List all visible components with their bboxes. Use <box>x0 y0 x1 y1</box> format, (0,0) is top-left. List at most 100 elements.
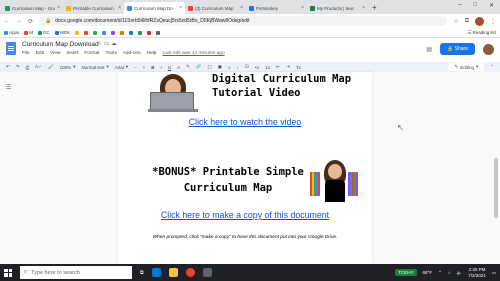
last-edit-link[interactable]: Last edit was 14 minutes ago <box>162 51 224 56</box>
clock[interactable]: 2:30 PM 7/2/2021 <box>468 267 486 279</box>
bookmark-apps[interactable]: Apps <box>4 30 19 35</box>
menu-file[interactable]: File <box>22 51 30 56</box>
vertical-scrollbar[interactable] <box>494 158 498 218</box>
task-view-icon[interactable]: ⧉ <box>140 270 144 276</box>
browser-tab[interactable]: Printable Curriculum × <box>63 2 124 14</box>
volume-icon[interactable]: 🔈 <box>457 270 463 276</box>
bookmark-item[interactable] <box>111 30 116 35</box>
menu-help[interactable]: Help <box>147 51 157 56</box>
comments-icon[interactable]: ▤ <box>426 46 432 53</box>
reading-list[interactable]: ☰ Reading list <box>467 30 496 36</box>
redo-icon[interactable]: ↷ <box>16 64 20 70</box>
taskbar-search[interactable]: ⌕ Type here to search <box>20 266 132 279</box>
italic-icon[interactable]: I <box>161 65 162 70</box>
tray-chevron-icon[interactable]: ⌃ <box>438 270 442 276</box>
forward-icon[interactable]: → <box>16 18 22 24</box>
bookmark-item[interactable] <box>84 30 89 35</box>
close-tab-icon[interactable]: × <box>301 5 304 11</box>
extensions-icon[interactable]: ⧉ <box>465 18 469 25</box>
document-page[interactable]: Digital Curriculum Map Tutorial Video Cl… <box>118 72 372 264</box>
profile-avatar[interactable] <box>475 16 484 26</box>
indent-increase-icon[interactable]: ⇥ <box>286 64 290 70</box>
clear-format-icon[interactable]: Tx <box>296 65 301 70</box>
star-icon[interactable]: ☆ <box>97 41 104 47</box>
watch-video-link[interactable]: Click here to watch the video <box>118 117 372 127</box>
numbered-list-icon[interactable]: 1≡ <box>265 65 270 70</box>
close-tab-icon[interactable]: × <box>118 5 121 11</box>
undo-icon[interactable]: ↶ <box>6 64 10 70</box>
bookmark-item[interactable] <box>75 30 80 35</box>
share-button[interactable]: 🔒 Share <box>440 43 475 55</box>
close-tab-icon[interactable]: × <box>240 5 243 11</box>
bookmark-item[interactable] <box>138 30 143 35</box>
menu-addons[interactable]: Add-ons <box>123 51 141 56</box>
reload-icon[interactable]: ⟳ <box>28 18 33 25</box>
bookmark-gmail[interactable]: M <box>24 30 33 35</box>
maximize-icon[interactable]: □ <box>473 2 477 9</box>
document-title[interactable]: Curriculum Map Download <box>22 41 99 48</box>
close-tab-icon[interactable]: × <box>179 5 182 11</box>
highlight-icon[interactable]: ✎ <box>186 64 190 70</box>
document-outline-icon[interactable]: ☰ <box>6 84 11 91</box>
checklist-icon[interactable]: ☑ <box>245 64 249 70</box>
browser-tab[interactable]: PicMonkey × <box>246 2 307 14</box>
bookmark-item[interactable] <box>147 30 152 35</box>
align-icon[interactable]: ≡ <box>228 65 231 70</box>
back-icon[interactable]: ← <box>4 18 10 24</box>
star-icon[interactable]: ☆ <box>453 18 458 25</box>
bullet-list-icon[interactable]: •≡ <box>255 65 259 70</box>
style-select[interactable]: Normal text ▾ <box>81 64 108 70</box>
weather-temp[interactable]: 69°F <box>423 270 433 275</box>
new-tab-icon[interactable]: + <box>372 2 377 14</box>
browser-tab[interactable]: (3) Curriculum Map × <box>185 2 246 14</box>
bookmark-item[interactable] <box>93 30 98 35</box>
close-window-icon[interactable]: ✕ <box>489 2 494 9</box>
font-size-decrease-icon[interactable]: − <box>134 65 137 70</box>
underline-icon[interactable]: U <box>168 65 171 70</box>
font-size-increase-icon[interactable]: + <box>143 65 146 70</box>
close-tab-icon[interactable]: × <box>57 5 60 11</box>
bookmark-item[interactable] <box>120 30 125 35</box>
notifications-icon[interactable]: ▭ <box>492 270 496 276</box>
font-select[interactable]: Arial ▾ <box>115 64 128 70</box>
edge-icon[interactable] <box>151 268 161 277</box>
menu-format[interactable]: Format <box>84 51 99 56</box>
windows-start-icon[interactable] <box>4 268 12 277</box>
app-icon[interactable] <box>202 268 212 277</box>
bookmark-wdk[interactable]: WDK <box>54 30 70 35</box>
spellcheck-icon[interactable]: A✓ <box>35 64 42 70</box>
bookmark-gc[interactable]: GC <box>38 30 50 35</box>
line-spacing-icon[interactable]: ↕ <box>237 65 239 70</box>
paint-format-icon[interactable]: 🖌 <box>48 64 54 70</box>
account-avatar[interactable] <box>483 43 494 55</box>
editing-mode-select[interactable]: ✎ Editing ▾ <box>448 63 485 71</box>
text-color-icon[interactable]: A <box>177 65 180 70</box>
menu-edit[interactable]: Edit <box>36 51 44 56</box>
minimize-icon[interactable]: – <box>458 2 461 9</box>
address-bar[interactable]: 🔒 docs.google.com/document/d/11Snrb5i6lh… <box>39 16 448 26</box>
bookmark-item[interactable] <box>129 30 134 35</box>
menu-icon[interactable]: ⋮ <box>490 18 496 25</box>
browser-tab[interactable]: Curriculum Map - Goo × <box>2 2 63 14</box>
browser-tab-active[interactable]: Curriculum Map Do × <box>124 2 185 14</box>
docs-logo-icon[interactable] <box>6 42 16 55</box>
bookmark-item[interactable] <box>102 30 107 35</box>
file-explorer-icon[interactable] <box>168 268 178 277</box>
close-tab-icon[interactable]: × <box>362 5 365 11</box>
network-icon[interactable]: ⌂ <box>448 270 451 275</box>
make-copy-link[interactable]: Click here to make a copy of this docume… <box>118 210 372 220</box>
menu-view[interactable]: View <box>50 51 60 56</box>
comment-icon[interactable]: ▢ <box>207 64 211 70</box>
image-icon[interactable]: ▣ <box>218 64 222 70</box>
collapse-menus-icon[interactable]: ⌃ <box>490 64 494 70</box>
link-icon[interactable]: 🔗 <box>196 64 202 70</box>
print-icon[interactable]: ⎙ <box>26 65 30 70</box>
zoom-select[interactable]: 100% ▾ <box>60 64 76 70</box>
bookmark-item[interactable] <box>156 30 161 35</box>
browser-tab[interactable]: My Products | teac × <box>307 2 368 14</box>
bold-icon[interactable]: B <box>151 65 154 70</box>
stock-ticker[interactable]: TCEHY <box>395 269 417 276</box>
menu-insert[interactable]: Insert <box>66 51 78 56</box>
indent-decrease-icon[interactable]: ⇤ <box>276 64 280 70</box>
chrome-icon[interactable] <box>185 268 195 277</box>
